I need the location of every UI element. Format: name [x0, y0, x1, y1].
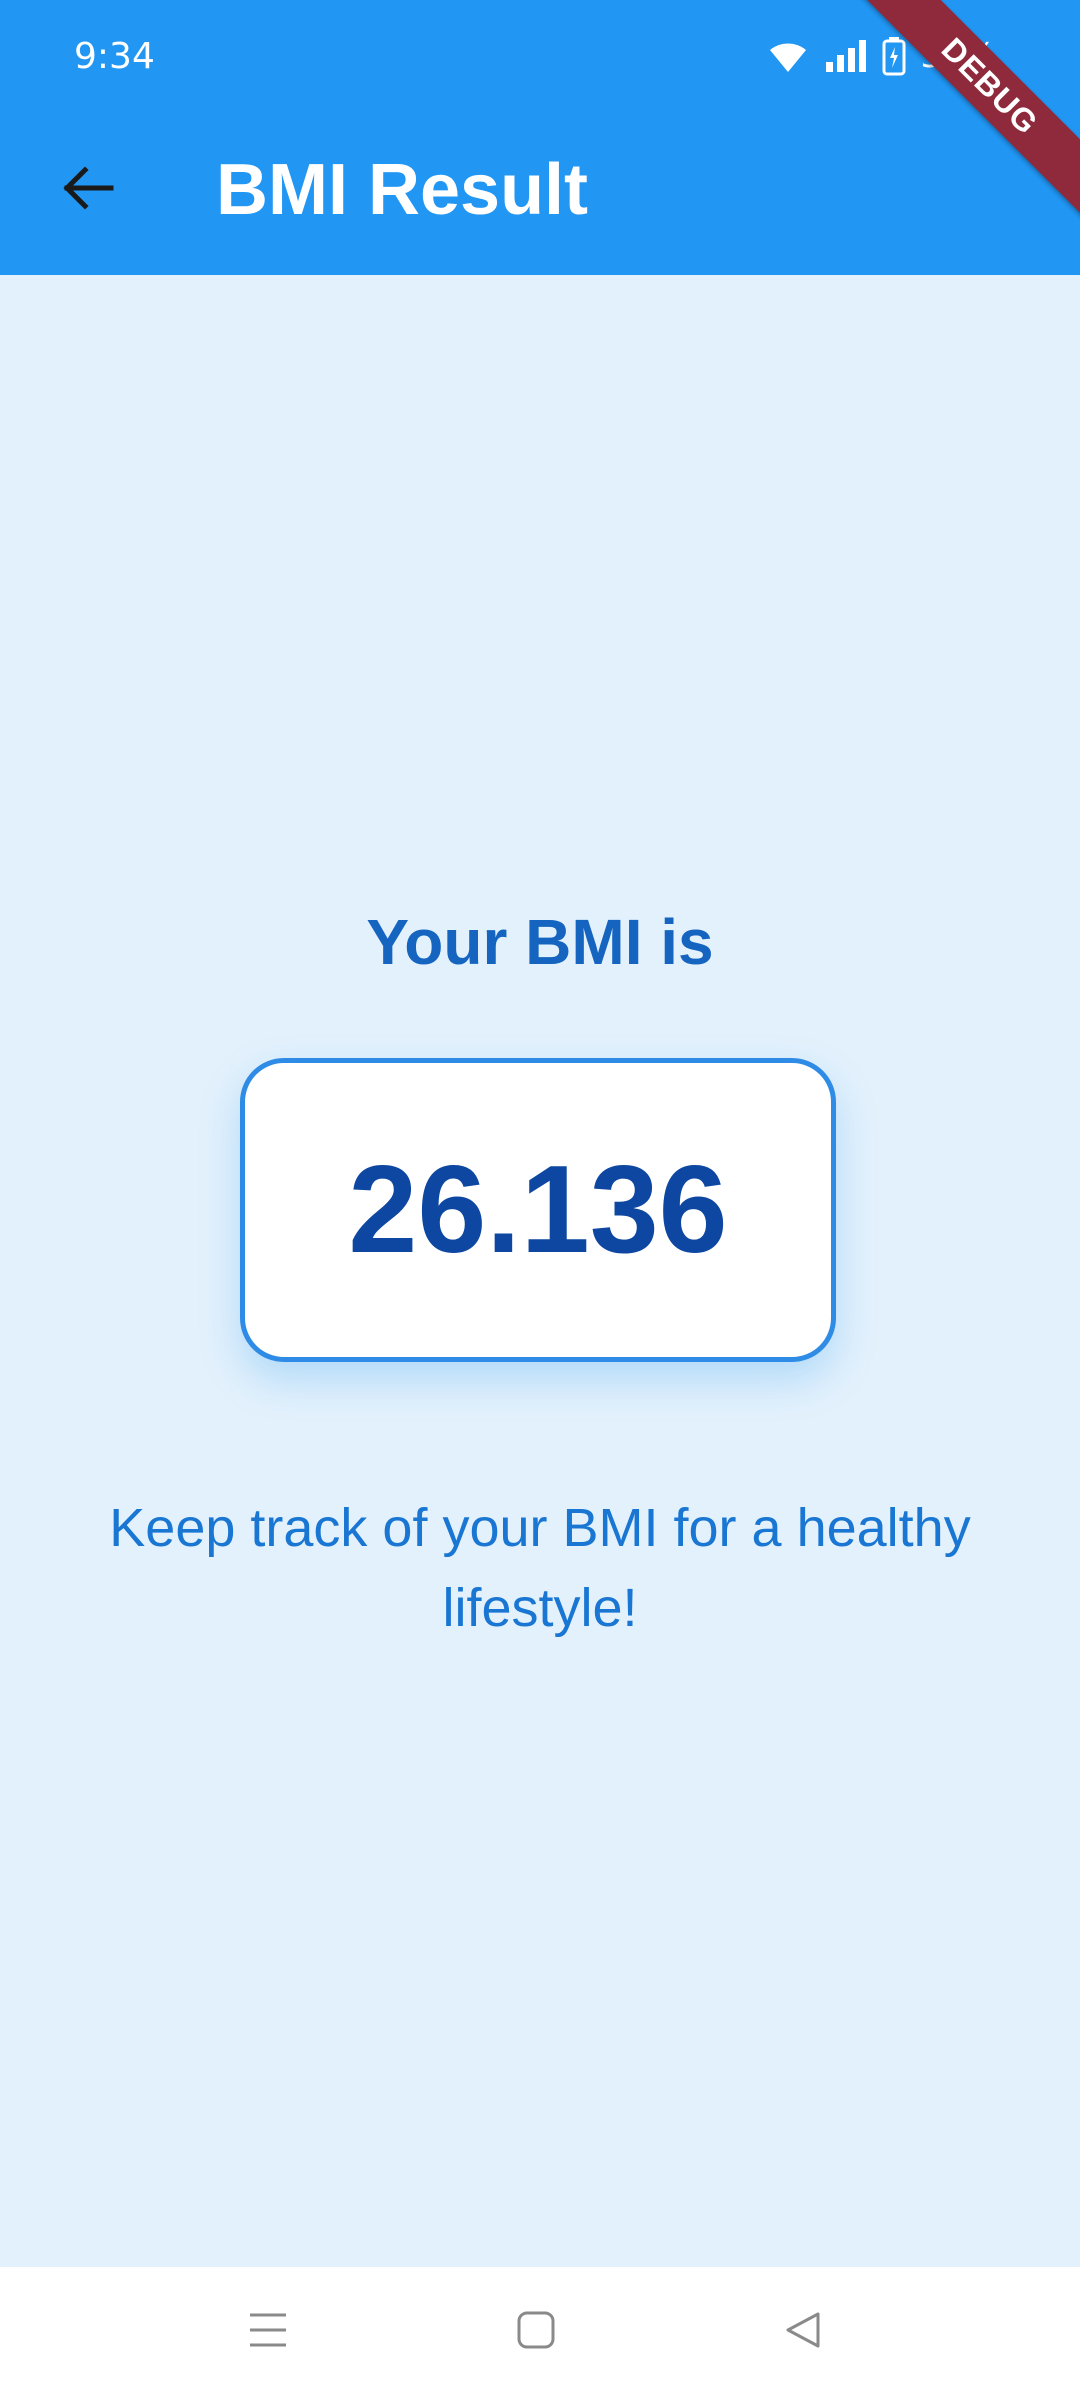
battery-charging-icon — [882, 36, 906, 76]
bmi-result-screen: 9:34 BMI Result DEBUG Your BMI is 26.136… — [0, 0, 1080, 2400]
arrow-left-icon — [59, 164, 115, 217]
back-triangle-icon — [782, 2310, 822, 2355]
signal-icon — [824, 38, 868, 74]
menu-icon — [248, 2311, 288, 2354]
home-button[interactable] — [496, 2297, 576, 2367]
app-title: BMI Result — [216, 150, 589, 230]
bmi-value: 26.136 — [348, 1141, 728, 1279]
status-time: 9:34 — [74, 36, 155, 77]
system-nav-bar — [0, 2267, 1080, 2400]
back-button[interactable] — [42, 150, 132, 230]
bmi-value-card: 26.136 — [240, 1058, 836, 1362]
nav-back-button[interactable] — [762, 2297, 842, 2367]
tagline: Keep track of your BMI for a healthy lif… — [109, 1498, 971, 1638]
recent-apps-button[interactable] — [228, 2297, 308, 2367]
result-heading: Your BMI is — [366, 906, 714, 978]
home-icon — [516, 2310, 556, 2355]
wifi-icon — [766, 38, 810, 74]
